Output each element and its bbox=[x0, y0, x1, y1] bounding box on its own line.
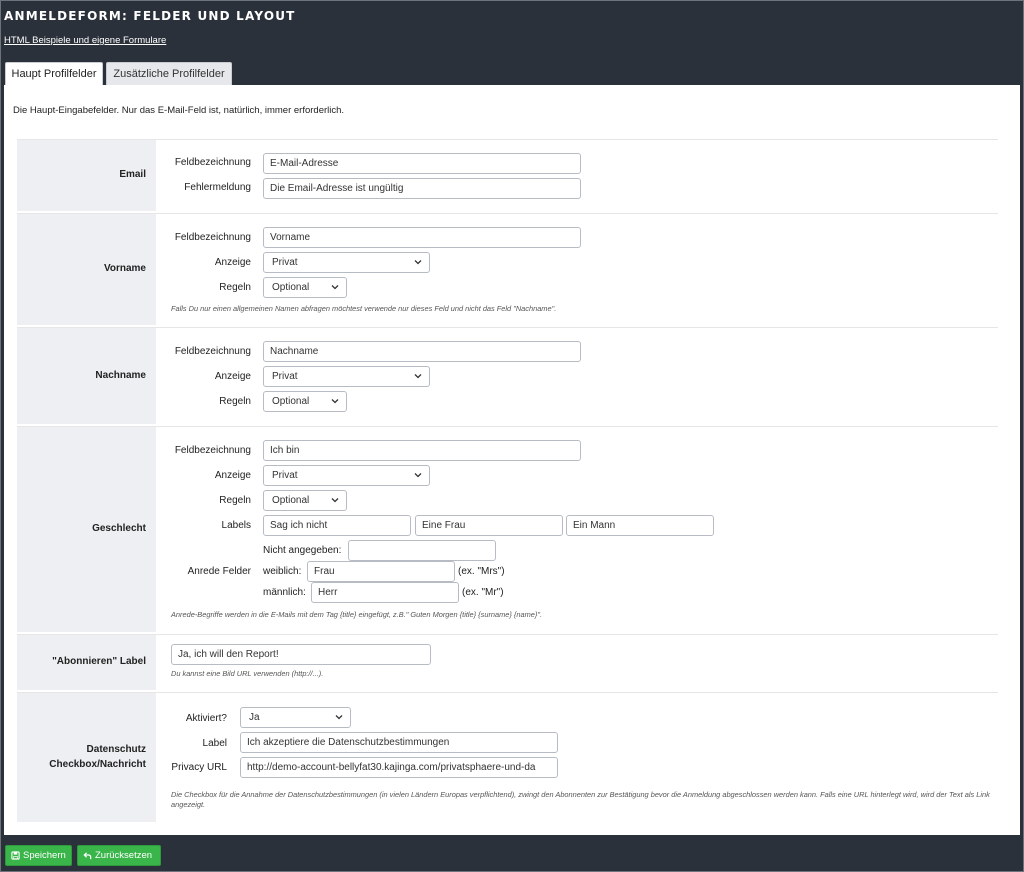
datenschutz-section: Datenschutz Checkbox/Nachricht Aktiviert?… bbox=[17, 692, 998, 822]
geschlecht-regeln-select[interactable]: Optional bbox=[263, 490, 347, 511]
vorname-help-text: Falls Du nur einen allgemeinen Namen abf… bbox=[171, 304, 557, 313]
reset-button[interactable]: Zurücksetzen bbox=[77, 845, 161, 866]
email-section-label: Email bbox=[17, 140, 156, 211]
anrede-nicht-input[interactable] bbox=[348, 540, 496, 561]
chevron-down-icon bbox=[331, 285, 339, 290]
chevron-down-icon bbox=[414, 473, 422, 478]
datenschutz-help-text: Die Checkbox für die Annahme der Datensc… bbox=[171, 790, 990, 810]
vorname-feldbezeichnung-label: Feldbezeichnung bbox=[174, 232, 251, 243]
nachname-anzeige-select[interactable]: Privat bbox=[263, 366, 430, 387]
tab-haupt-profilfelder[interactable]: Haupt Profilfelder bbox=[5, 62, 103, 86]
geschlecht-labels-label: Labels bbox=[221, 520, 251, 531]
intro-text: Die Haupt-Eingabefelder. Nur das E-Mail-… bbox=[13, 105, 345, 116]
vorname-section: Vorname Feldbezeichnung Vorname Anzeige … bbox=[17, 213, 998, 325]
geschlecht-anzeige-label: Anzeige bbox=[214, 470, 251, 481]
html-examples-link[interactable]: HTML Beispiele und eigene Formulare bbox=[4, 35, 166, 46]
anrede-weiblich-label: weiblich: bbox=[263, 566, 302, 577]
save-button[interactable]: Speichern bbox=[5, 845, 72, 866]
geschlecht-section-label: Geschlecht bbox=[17, 427, 156, 632]
form-panel: Die Haupt-Eingabefelder. Nur das E-Mail-… bbox=[4, 85, 1020, 835]
page-title: ANMELDEFORM: FELDER UND LAYOUT bbox=[4, 9, 296, 23]
nachname-anzeige-label: Anzeige bbox=[214, 371, 251, 382]
chevron-down-icon bbox=[414, 374, 422, 379]
floppy-disk-icon bbox=[11, 851, 20, 860]
vorname-feldbezeichnung-input[interactable]: Vorname bbox=[263, 227, 581, 248]
datenschutz-section-label: Datenschutz Checkbox/Nachricht bbox=[17, 693, 156, 822]
label-eine-frau-input[interactable]: Eine Frau bbox=[415, 515, 563, 536]
anrede-weiblich-input[interactable]: Frau bbox=[307, 561, 455, 582]
anrede-weiblich-hint: (ex. "Mrs") bbox=[458, 566, 505, 577]
email-section: Email Feldbezeichnung E-Mail-Adresse Feh… bbox=[17, 139, 998, 211]
anrede-maennlich-input[interactable]: Herr bbox=[311, 582, 459, 603]
chevron-down-icon bbox=[335, 715, 343, 720]
undo-arrow-icon bbox=[83, 852, 92, 860]
privacy-url-input[interactable]: http://demo-account-bellyfat30.kajinga.c… bbox=[240, 757, 558, 778]
anrede-felder-label: Anrede Felder bbox=[187, 566, 251, 577]
vorname-section-label: Vorname bbox=[17, 214, 156, 325]
datenschutz-label-label: Label bbox=[202, 738, 227, 749]
geschlecht-feldbezeichnung-label: Feldbezeichnung bbox=[174, 445, 251, 456]
anrede-nicht-label: Nicht angegeben: bbox=[263, 545, 342, 556]
geschlecht-section: Geschlecht Feldbezeichnung Ich bin Anzei… bbox=[17, 426, 998, 632]
anrede-maennlich-hint: (ex. "Mr") bbox=[462, 587, 504, 598]
email-feldbezeichnung-input[interactable]: E-Mail-Adresse bbox=[263, 153, 581, 174]
label-sag-ich-nicht-input[interactable]: Sag ich nicht bbox=[263, 515, 411, 536]
chevron-down-icon bbox=[414, 260, 422, 265]
aktiviert-select[interactable]: Ja bbox=[240, 707, 351, 728]
email-fehlermeldung-input[interactable]: Die Email-Adresse ist ungültig bbox=[263, 178, 581, 199]
abonnieren-label-input[interactable]: Ja, ich will den Report! bbox=[171, 644, 431, 665]
nachname-feldbezeichnung-input[interactable]: Nachname bbox=[263, 341, 581, 362]
nachname-regeln-label: Regeln bbox=[219, 396, 251, 407]
email-feldbezeichnung-label: Feldbezeichnung bbox=[174, 157, 251, 168]
nachname-section-label: Nachname bbox=[17, 328, 156, 424]
label-ein-mann-input[interactable]: Ein Mann bbox=[566, 515, 714, 536]
email-fehlermeldung-label: Fehlermeldung bbox=[184, 182, 251, 193]
anrede-maennlich-label: männlich: bbox=[263, 587, 306, 598]
nachname-feldbezeichnung-label: Feldbezeichnung bbox=[174, 346, 251, 357]
vorname-anzeige-select[interactable]: Privat bbox=[263, 252, 430, 273]
datenschutz-label-input[interactable]: Ich akzeptiere die Datenschutzbestimmung… bbox=[240, 732, 558, 753]
tab-zusaetzliche-profilfelder[interactable]: Zusätzliche Profilfelder bbox=[106, 62, 232, 85]
vorname-anzeige-label: Anzeige bbox=[214, 257, 251, 268]
chevron-down-icon bbox=[331, 498, 339, 503]
chevron-down-icon bbox=[331, 399, 339, 404]
nachname-section: Nachname Feldbezeichnung Nachname Anzeig… bbox=[17, 327, 998, 424]
geschlecht-regeln-label: Regeln bbox=[219, 495, 251, 506]
vorname-regeln-label: Regeln bbox=[219, 282, 251, 293]
geschlecht-anzeige-select[interactable]: Privat bbox=[263, 465, 430, 486]
abonnieren-section-label: "Abonnieren" Label bbox=[17, 635, 156, 690]
nachname-regeln-select[interactable]: Optional bbox=[263, 391, 347, 412]
aktiviert-label: Aktiviert? bbox=[185, 713, 227, 724]
geschlecht-help-text: Anrede-Begriffe werden in die E-Mails mi… bbox=[171, 610, 543, 619]
abonnieren-help-text: Du kannst eine Bild URL verwenden (http:… bbox=[171, 669, 324, 678]
vorname-regeln-select[interactable]: Optional bbox=[263, 277, 347, 298]
privacy-url-label: Privacy URL bbox=[171, 762, 227, 773]
geschlecht-feldbezeichnung-input[interactable]: Ich bin bbox=[263, 440, 581, 461]
abonnieren-section: "Abonnieren" Label Ja, ich will den Repo… bbox=[17, 634, 998, 690]
